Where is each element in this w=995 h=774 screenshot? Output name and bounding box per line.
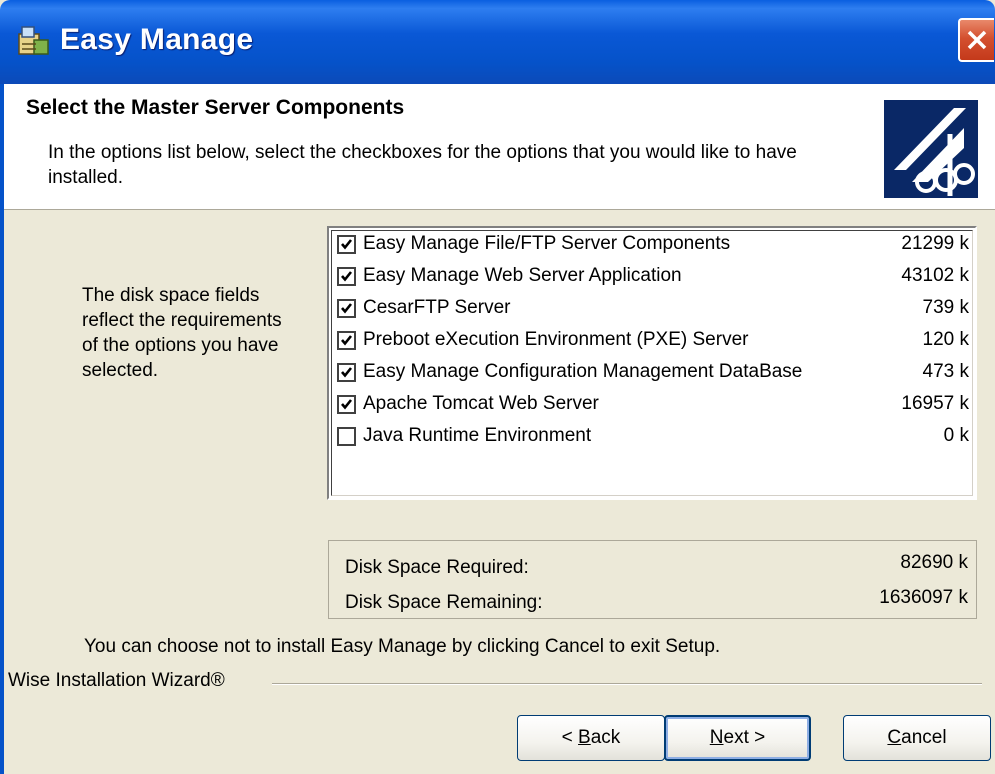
disk-required-value: 82690 k bbox=[900, 552, 968, 573]
component-label: Easy Manage Web Server Application bbox=[363, 265, 682, 286]
components-list[interactable]: Easy Manage File/FTP Server Components 2… bbox=[327, 226, 977, 500]
list-item[interactable]: Preboot eXecution Environment (PXE) Serv… bbox=[337, 327, 969, 357]
component-checkbox[interactable] bbox=[337, 331, 356, 350]
title-bar[interactable]: Easy Manage bbox=[0, 0, 995, 84]
window-title: Easy Manage bbox=[60, 23, 254, 56]
next-button[interactable]: Next > bbox=[664, 715, 811, 761]
component-size: 473 k bbox=[922, 361, 969, 382]
list-item[interactable]: Easy Manage Web Server Application 43102… bbox=[337, 263, 969, 293]
component-label: Apache Tomcat Web Server bbox=[363, 393, 599, 414]
list-item[interactable]: Easy Manage File/FTP Server Components 2… bbox=[337, 231, 969, 261]
component-label: Java Runtime Environment bbox=[363, 425, 592, 446]
component-checkbox[interactable] bbox=[337, 299, 356, 318]
next-button-rest: ext > bbox=[723, 727, 766, 748]
disk-space-note: The disk space fields reflect the requir… bbox=[82, 285, 282, 381]
component-checkbox[interactable] bbox=[337, 363, 356, 382]
list-item[interactable]: Apache Tomcat Web Server 16957 k bbox=[337, 391, 969, 421]
back-button[interactable]: < Back bbox=[517, 715, 665, 761]
installer-window: Easy Manage Select the Master Server Com… bbox=[0, 0, 995, 774]
page-description: In the options list below, select the ch… bbox=[48, 142, 797, 188]
next-button-accel: N bbox=[709, 727, 724, 748]
cancel-button-accel: C bbox=[887, 727, 902, 748]
component-checkbox[interactable] bbox=[337, 395, 356, 414]
component-size: 120 k bbox=[922, 329, 969, 350]
installer-app-icon bbox=[18, 26, 49, 55]
component-checkbox[interactable] bbox=[337, 267, 356, 286]
list-item[interactable]: CesarFTP Server 739 k bbox=[337, 295, 969, 325]
cancel-button-rest: ancel bbox=[901, 727, 947, 748]
disk-required-label: Disk Space Required: bbox=[345, 557, 529, 578]
brand-divider bbox=[272, 683, 982, 685]
cancel-instructions: You can choose not to install Easy Manag… bbox=[84, 636, 721, 657]
disk-space-panel: Disk Space Required: 82690 k Disk Space … bbox=[328, 540, 977, 619]
back-button-accel: B bbox=[578, 727, 591, 748]
disk-remaining-label: Disk Space Remaining: bbox=[345, 592, 543, 613]
back-button-rest: ack bbox=[590, 727, 621, 748]
close-button[interactable] bbox=[958, 18, 994, 62]
component-label: CesarFTP Server bbox=[363, 297, 511, 318]
component-checkbox[interactable] bbox=[337, 427, 356, 446]
component-size: 43102 k bbox=[901, 265, 969, 286]
component-label: Easy Manage File/FTP Server Components bbox=[363, 233, 731, 254]
wise-logo-icon bbox=[884, 100, 978, 198]
component-size: 0 k bbox=[943, 425, 969, 446]
component-size: 21299 k bbox=[901, 233, 969, 254]
component-label: Preboot eXecution Environment (PXE) Serv… bbox=[363, 329, 749, 350]
page-title: Select the Master Server Components bbox=[26, 96, 405, 119]
cancel-button[interactable]: Cancel bbox=[843, 715, 991, 761]
list-item[interactable]: Java Runtime Environment 0 k bbox=[337, 423, 969, 453]
disk-remaining-value: 1636097 k bbox=[879, 587, 968, 608]
component-size: 16957 k bbox=[901, 393, 969, 414]
wizard-brand: Wise Installation Wizard® bbox=[8, 670, 225, 691]
component-checkbox[interactable] bbox=[337, 235, 356, 254]
back-button-prefix: < bbox=[561, 727, 579, 748]
component-size: 739 k bbox=[922, 297, 969, 318]
close-icon bbox=[967, 30, 987, 50]
list-item[interactable]: Easy Manage Configuration Management Dat… bbox=[337, 359, 969, 389]
component-label: Easy Manage Configuration Management Dat… bbox=[363, 361, 803, 382]
